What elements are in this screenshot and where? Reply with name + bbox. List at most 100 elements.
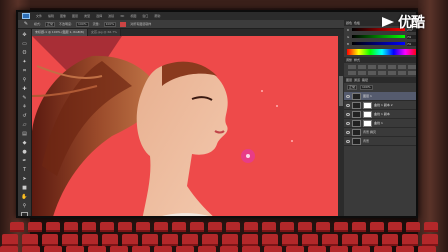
menu-3d[interactable]: 3D	[120, 14, 124, 18]
vibrance-icon[interactable]	[388, 65, 396, 69]
levels-icon[interactable]	[358, 65, 366, 69]
color-channel-b: B 74	[344, 40, 416, 47]
b-value[interactable]: 74	[407, 41, 416, 46]
visibility-eye-icon[interactable]	[346, 94, 350, 98]
curves-icon[interactable]	[368, 65, 376, 69]
tab-active-document[interactable]: 未标题-1 @ 100% (图层 1, RGB/8)	[32, 29, 88, 36]
tab-styles[interactable]: 样式	[354, 58, 360, 62]
dodge-tool-icon[interactable]: ●	[21, 149, 29, 155]
blur-tool-icon[interactable]: ◆	[21, 140, 29, 146]
lasso-tool-icon[interactable]: ʘ	[21, 50, 29, 56]
tab-channels[interactable]: 通道	[354, 78, 360, 82]
mode-select[interactable]: 正常	[45, 21, 56, 27]
eraser-tool-icon[interactable]: ▱	[21, 122, 29, 128]
photoshop-logo-icon	[22, 13, 30, 19]
visibility-eye-icon[interactable]	[346, 112, 350, 116]
tab-color[interactable]: 颜色	[346, 21, 352, 25]
menu-type[interactable]: 类型	[84, 14, 90, 18]
theater-seat	[226, 222, 240, 232]
exposure-icon[interactable]	[378, 65, 386, 69]
theater-seat	[176, 246, 194, 252]
sample-all-layers-checkbox[interactable]: 对所有图层取样	[130, 22, 151, 26]
menu-window[interactable]: 窗口	[142, 14, 148, 18]
g-value[interactable]: 74	[407, 34, 416, 39]
theater-seat	[220, 246, 238, 252]
eyedropper-tool-icon[interactable]: ⚲	[21, 77, 29, 83]
visibility-eye-icon[interactable]	[346, 121, 350, 125]
type-tool-icon[interactable]: T	[21, 167, 29, 173]
menu-filter[interactable]: 滤镜	[108, 14, 114, 18]
menu-edit[interactable]: 编辑	[48, 14, 54, 18]
pen-tool-icon[interactable]: ✒	[21, 158, 29, 164]
menu-file[interactable]: 文件	[36, 14, 42, 18]
history-brush-tool-icon[interactable]: ↺	[21, 113, 29, 119]
gradient-map-icon[interactable]	[408, 71, 416, 75]
move-tool-icon[interactable]: ✥	[21, 32, 29, 38]
foreground-color-icon[interactable]	[21, 212, 28, 216]
image-canvas[interactable]	[32, 36, 338, 216]
menu-select[interactable]: 选择	[96, 14, 102, 18]
tab-document[interactable]: 女孩.jpg @ 66.7%	[87, 29, 121, 36]
invert-icon[interactable]	[378, 71, 386, 75]
marquee-tool-icon[interactable]: ▭	[21, 41, 29, 47]
blend-mode-select[interactable]: 正常	[347, 85, 358, 90]
tab-paths[interactable]: 路径	[362, 78, 368, 82]
gradient-tool-icon[interactable]: ▤	[21, 131, 29, 137]
photo-filter-icon[interactable]	[358, 71, 366, 75]
brightness-icon[interactable]	[348, 65, 356, 69]
layer-row[interactable]: 曲线 1 副本 2	[344, 101, 416, 110]
crop-tool-icon[interactable]: ⌗	[21, 68, 29, 74]
menu-layer[interactable]: 图层	[72, 14, 78, 18]
layer-opacity-field[interactable]: 100%	[360, 85, 373, 90]
zoom-tool-icon[interactable]: ⚲	[21, 203, 29, 209]
black-white-icon[interactable]	[348, 71, 356, 75]
theater-seat	[352, 222, 366, 232]
theater-seat	[154, 246, 172, 252]
theater-seat	[242, 234, 258, 246]
theater-seat	[198, 246, 216, 252]
b-slider[interactable]	[352, 42, 405, 45]
posterize-icon[interactable]	[388, 71, 396, 75]
hand-tool-icon[interactable]: ✋	[21, 194, 29, 200]
color-spectrum[interactable]	[347, 49, 416, 55]
hue-saturation-icon[interactable]	[398, 65, 406, 69]
menu-help[interactable]: 帮助	[154, 14, 160, 18]
quick-select-tool-icon[interactable]: ✦	[21, 59, 29, 65]
g-slider[interactable]	[352, 35, 405, 38]
theater-seat	[388, 222, 402, 232]
theater-seat	[352, 246, 370, 252]
threshold-icon[interactable]	[398, 71, 406, 75]
menu-view[interactable]: 视图	[130, 14, 136, 18]
channel-mixer-icon[interactable]	[368, 71, 376, 75]
theater-seat	[424, 222, 438, 232]
menu-image[interactable]: 图像	[60, 14, 66, 18]
theater-seat	[142, 234, 158, 246]
clone-stamp-tool-icon[interactable]: ⚘	[21, 104, 29, 110]
path-select-tool-icon[interactable]: ➤	[21, 176, 29, 182]
layer-row[interactable]: 图层 1	[344, 92, 416, 101]
visibility-eye-icon[interactable]	[346, 130, 350, 134]
color-swatch[interactable]	[120, 21, 127, 27]
tab-adjustments[interactable]: 调整	[346, 58, 352, 62]
scrollbar-thumb[interactable]	[339, 76, 343, 106]
healing-brush-tool-icon[interactable]: ✚	[21, 86, 29, 92]
flow-field[interactable]: 100%	[103, 21, 117, 27]
brush-tool-icon[interactable]: ✎	[21, 95, 29, 101]
theater-seat	[330, 246, 348, 252]
brush-tool-preset-icon[interactable]: ✎	[22, 21, 30, 27]
layer-row[interactable]: 背景 拷贝	[344, 128, 416, 137]
layer-row[interactable]: 背景	[344, 137, 416, 146]
theater-seat	[162, 234, 178, 246]
visibility-eye-icon[interactable]	[346, 139, 350, 143]
tab-swatches[interactable]: 色板	[354, 21, 360, 25]
tab-layers[interactable]: 图层	[346, 78, 352, 82]
visibility-eye-icon[interactable]	[346, 103, 350, 107]
color-balance-icon[interactable]	[408, 65, 416, 69]
layer-row[interactable]: 曲线 1	[344, 119, 416, 128]
opacity-field[interactable]: 100%	[76, 21, 89, 27]
shape-tool-icon[interactable]: ■	[21, 185, 29, 191]
layer-row[interactable]: 曲线 1 副本	[344, 110, 416, 119]
theater-seat	[262, 222, 276, 232]
theater-seat	[42, 234, 58, 246]
theater-seat	[136, 222, 150, 232]
